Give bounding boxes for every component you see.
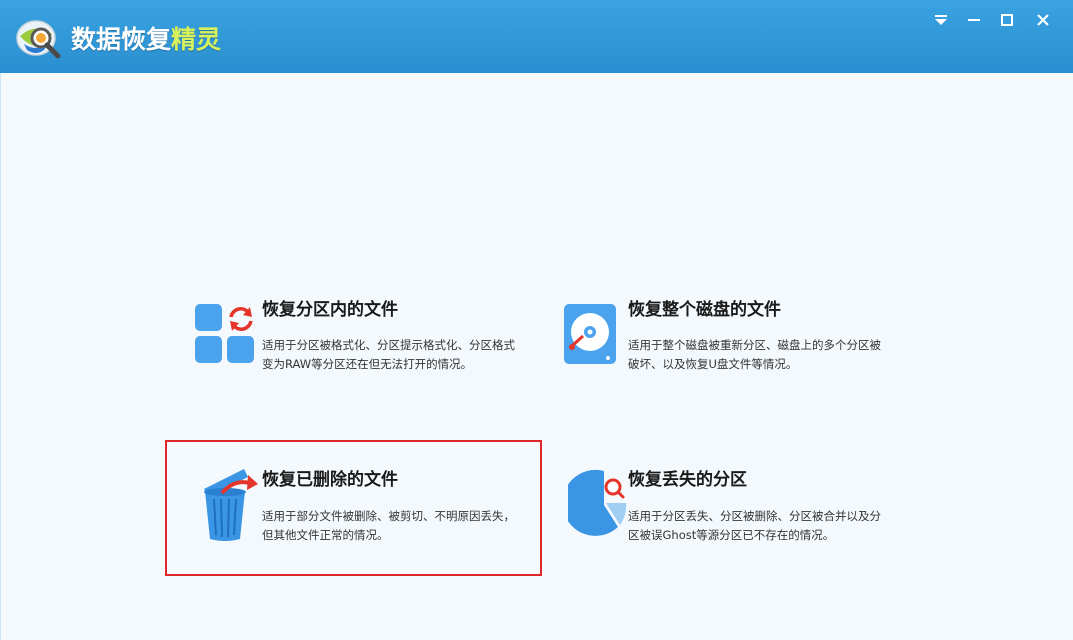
minimize-button[interactable] bbox=[959, 6, 989, 34]
main-content bbox=[0, 73, 1073, 640]
option-recover-disk-files[interactable]: 恢复整个磁盘的文件 适用于整个磁盘被重新分区、磁盘上的多个分区被破坏、以及恢复U… bbox=[558, 295, 898, 375]
title-bar[interactable]: 数据恢复精灵 bbox=[0, 0, 1073, 73]
option-description: 适用于分区被格式化、分区提示格式化、分区格式变为RAW等分区还在但无法打开的情况… bbox=[262, 338, 515, 371]
option-recover-deleted-files[interactable]: 恢复已删除的文件 适用于部分文件被删除、被剪切、不明原因丢失，但其他文件正常的情… bbox=[190, 465, 530, 545]
option-description: 适用于部分文件被删除、被剪切、不明原因丢失，但其他文件正常的情况。 bbox=[262, 509, 515, 542]
option-recover-lost-partition[interactable]: 恢复丢失的分区 适用于分区丢失、分区被删除、分区被合并以及分区被误Ghost等源… bbox=[558, 465, 898, 545]
lost-partition-icon bbox=[568, 469, 627, 536]
recycle-bin-icon bbox=[204, 469, 258, 541]
app-title: 数据恢复精灵 bbox=[71, 25, 222, 54]
minimize-icon bbox=[968, 19, 980, 21]
option-title: 恢复丢失的分区 bbox=[628, 470, 747, 490]
app-window: 数据恢复精灵 恢复分区内的文件 适用于分区被格式化、分区提示格式化、分区格式变为… bbox=[0, 0, 1073, 640]
option-recover-partition-files[interactable]: 恢复分区内的文件 适用于分区被格式化、分区提示格式化、分区格式变为RAW等分区还… bbox=[190, 295, 530, 375]
option-description: 适用于整个磁盘被重新分区、磁盘上的多个分区被破坏、以及恢复U盘文件等情况。 bbox=[628, 338, 881, 371]
partition-recover-icon bbox=[195, 304, 254, 363]
maximize-button[interactable] bbox=[992, 6, 1022, 34]
option-description: 适用于分区丢失、分区被删除、分区被合并以及分区被误Ghost等源分区已不存在的情… bbox=[628, 509, 881, 542]
close-icon bbox=[1037, 14, 1049, 26]
maximize-icon bbox=[1001, 14, 1013, 26]
option-title: 恢复分区内的文件 bbox=[262, 300, 398, 320]
app-logo-icon bbox=[16, 20, 61, 59]
menu-dropdown-icon bbox=[935, 15, 947, 25]
option-title: 恢复已删除的文件 bbox=[262, 470, 398, 490]
close-button[interactable] bbox=[1028, 6, 1058, 34]
option-title: 恢复整个磁盘的文件 bbox=[628, 300, 781, 320]
menu-dropdown-button[interactable] bbox=[926, 6, 956, 34]
disk-icon bbox=[564, 304, 616, 364]
